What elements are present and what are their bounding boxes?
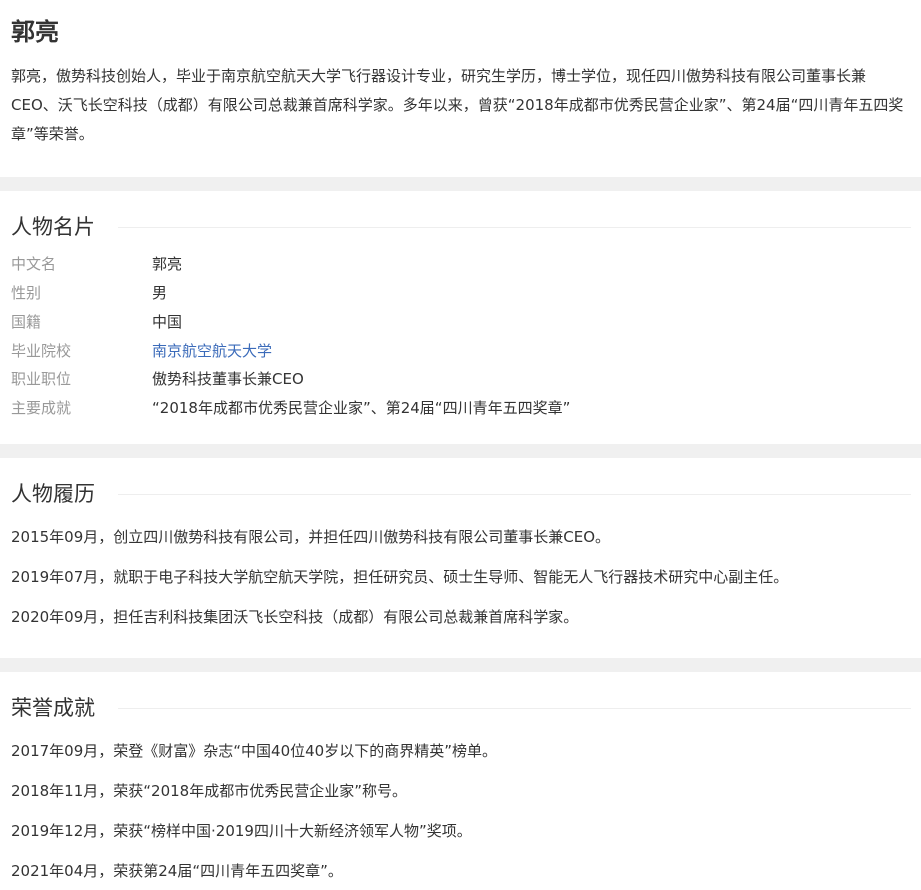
section-rule [118,227,911,228]
honor-item: 2017年09月，荣登《财富》杂志“中国40位40岁以下的商界精英”榜单。 [11,742,497,760]
card-key: 职业职位 [11,370,72,388]
card-value: 傲势科技董事长兼CEO [152,370,304,388]
section-rule [118,494,911,495]
card-value: “2018年成都市优秀民营企业家”、第24届“四川青年五四奖章” [152,399,571,417]
card-key: 主要成就 [11,399,72,417]
section-title-card: 人物名片 [11,215,95,239]
career-item: 2015年09月，创立四川傲势科技有限公司，并担任四川傲势科技有限公司董事长兼C… [11,528,611,546]
section-divider [0,658,921,672]
section-divider [0,444,921,458]
card-value: 男 [152,284,168,302]
card-key: 毕业院校 [11,342,72,360]
school-link[interactable]: 南京航空航天大学 [152,337,272,365]
section-rule [118,708,911,709]
card-key: 中文名 [11,255,57,273]
person-summary: 郭亮，傲势科技创始人，毕业于南京航空航天大学飞行器设计专业，研究生学历，博士学位… [11,67,904,143]
honor-item: 2021年04月，荣获第24届“四川青年五四奖章”。 [11,862,343,880]
career-item: 2019年07月，就职于电子科技大学航空航天学院，担任研究员、硕士生导师、智能无… [11,568,789,586]
honor-item: 2018年11月，荣获“2018年成都市优秀民营企业家”称号。 [11,782,407,800]
card-value: 郭亮 [152,255,183,273]
card-value: 中国 [152,313,183,331]
section-divider [0,177,921,191]
career-item: 2020年09月，担任吉利科技集团沃飞长空科技（成都）有限公司总裁兼首席科学家。 [11,608,579,626]
page: 郭亮 郭亮，傲势科技创始人，毕业于南京航空航天大学飞行器设计专业，研究生学历，博… [0,0,921,890]
section-title-honors: 荣誉成就 [11,696,95,720]
honor-item: 2019年12月，荣获“榜样中国·2019四川十大新经济领军人物”奖项。 [11,822,472,840]
person-name: 郭亮 [11,18,59,46]
section-title-career: 人物履历 [11,482,95,506]
card-key: 国籍 [11,313,42,331]
card-key: 性别 [11,284,42,302]
